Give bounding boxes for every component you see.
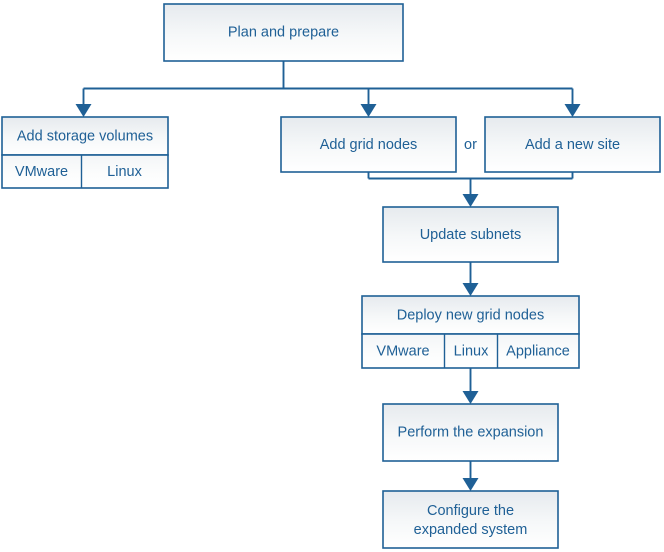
arrowhead-to-add-storage-volumes (75, 104, 92, 117)
node-add-grid-nodes[interactable]: Add grid nodes (280, 116, 457, 173)
node-add-a-new-site[interactable]: Add a new site (484, 116, 661, 173)
node-update-subnets[interactable]: Update subnets (382, 206, 559, 263)
connector-plan-to-branches (75, 61, 581, 117)
add-storage-volumes-option-linux[interactable]: Linux (107, 164, 142, 180)
add-a-new-site-label: Add a new site (525, 137, 620, 153)
configure-expanded-system-label-line2: expanded system (414, 522, 528, 538)
update-subnets-label: Update subnets (420, 227, 522, 243)
arrowhead-to-deploy-new-grid-nodes (462, 283, 479, 296)
connector-branches-to-update-subnets (367, 172, 574, 207)
deploy-new-grid-nodes-label: Deploy new grid nodes (397, 307, 545, 323)
arrowhead-to-add-a-new-site (564, 104, 581, 117)
node-configure-expanded-system[interactable]: Configure the expanded system (382, 490, 559, 549)
node-plan-and-prepare[interactable]: Plan and prepare (163, 3, 404, 62)
connector-update-subnets-to-deploy (462, 262, 479, 296)
deploy-option-appliance[interactable]: Appliance (506, 343, 570, 359)
add-storage-volumes-label: Add storage volumes (17, 128, 153, 144)
configure-expanded-system-box[interactable] (382, 490, 559, 549)
perform-the-expansion-label: Perform the expansion (398, 424, 544, 440)
arrowhead-to-perform-the-expansion (462, 391, 479, 404)
arrowhead-to-configure-expanded-system (462, 478, 479, 491)
deploy-option-vmware[interactable]: VMware (376, 343, 429, 359)
expansion-workflow-diagram: Plan and prepare Add storage volumes VMw… (1, 3, 661, 549)
connector-deploy-to-perform (462, 368, 479, 404)
or-connector-label: or (464, 137, 477, 153)
add-storage-volumes-option-vmware[interactable]: VMware (15, 164, 68, 180)
node-deploy-new-grid-nodes[interactable]: Deploy new grid nodes VMware Linux Appli… (361, 295, 580, 369)
plan-and-prepare-label: Plan and prepare (228, 24, 339, 40)
arrowhead-to-update-subnets (462, 194, 479, 207)
add-grid-nodes-label: Add grid nodes (320, 137, 418, 153)
configure-expanded-system-label-line1: Configure the (427, 503, 514, 519)
node-add-storage-volumes[interactable]: Add storage volumes VMware Linux (1, 116, 169, 189)
flowchart-canvas: Plan and prepare Add storage volumes VMw… (0, 0, 664, 552)
node-perform-the-expansion[interactable]: Perform the expansion (382, 403, 559, 462)
deploy-option-linux[interactable]: Linux (454, 343, 489, 359)
connector-perform-to-configure (462, 461, 479, 491)
arrowhead-to-add-grid-nodes (360, 104, 377, 117)
